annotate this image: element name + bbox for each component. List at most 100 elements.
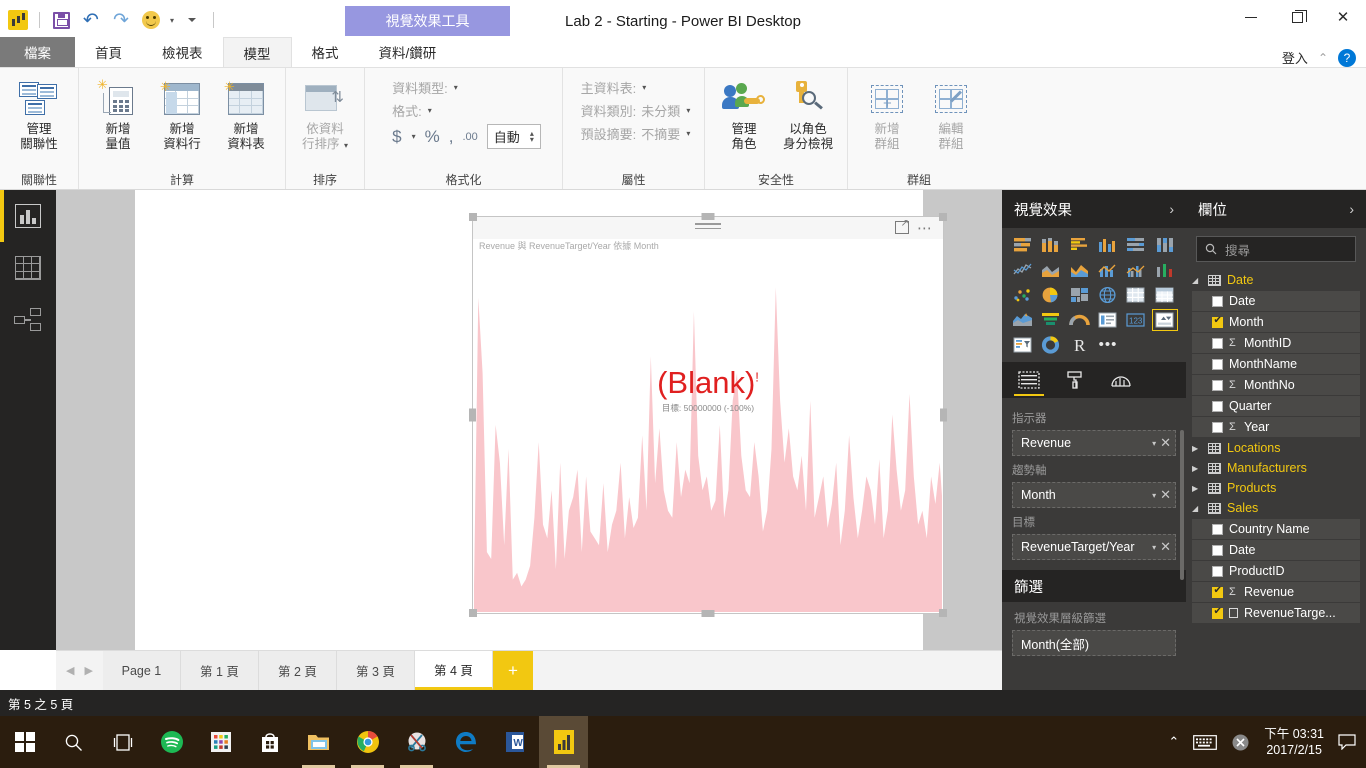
viz-type-treemap[interactable] (1067, 284, 1093, 306)
chrome-button[interactable] (343, 716, 392, 768)
page-tab-2[interactable]: 第 2 頁 (258, 651, 337, 690)
drag-grip-icon[interactable] (695, 223, 721, 231)
view-as-roles-button[interactable]: 以角色 身分檢視 (777, 72, 839, 152)
remove-field-icon[interactable]: ✕ (1160, 487, 1171, 503)
tab-format[interactable] (1052, 362, 1098, 398)
tab-data-drill[interactable]: 資料/鑽研 (359, 37, 457, 67)
smiley-dropdown-caret-icon[interactable]: ▾ (170, 16, 174, 25)
edge-button[interactable] (441, 716, 490, 768)
store-button[interactable] (245, 716, 294, 768)
currency-format-button[interactable]: $ (392, 127, 401, 147)
chevron-right-icon[interactable]: ▶ (1192, 464, 1202, 473)
field-checkbox[interactable] (1212, 295, 1223, 307)
action-center-icon[interactable] (1338, 734, 1356, 750)
field-checkbox[interactable] (1212, 585, 1223, 598)
viz-type-100-stacked-column-chart[interactable] (1152, 234, 1178, 256)
chevron-right-icon[interactable]: ▶ (1192, 484, 1202, 493)
chevron-down-icon[interactable]: ◢ (1192, 504, 1202, 513)
sidebar-item-relationships-view[interactable] (0, 294, 56, 346)
field-date[interactable]: Date (1192, 540, 1360, 560)
kpi-visual[interactable]: ⋯ Revenue 與 RevenueTarget/Year 依據 Month … (469, 213, 947, 617)
chevron-down-icon[interactable]: ▾ (1152, 491, 1156, 500)
help-button[interactable]: ? (1338, 48, 1356, 67)
chevron-right-icon[interactable]: › (1169, 201, 1174, 217)
viz-type-slicer[interactable] (1010, 334, 1036, 356)
resize-handle-bottom-right[interactable] (939, 609, 947, 617)
smiley-feedback-icon[interactable] (139, 8, 163, 32)
field-productid[interactable]: ProductID (1192, 561, 1360, 581)
field-year[interactable]: Σ Year (1192, 417, 1360, 437)
field-checkbox[interactable] (1212, 421, 1223, 433)
chevron-down-icon[interactable]: ▾ (454, 83, 458, 92)
resize-handle-left[interactable] (469, 408, 476, 422)
tab-modeling[interactable]: 模型 (222, 37, 292, 67)
viz-type-more-visuals[interactable]: ••• (1095, 334, 1121, 356)
viz-type-scatter-chart[interactable] (1010, 284, 1036, 306)
undo-icon[interactable]: ↶ (79, 8, 103, 32)
well-target[interactable]: RevenueTarget/Year ▾ ✕ (1012, 534, 1176, 560)
report-page[interactable]: ⋯ Revenue 與 RevenueTarget/Year 依據 Month … (135, 190, 947, 650)
tab-format[interactable]: 格式 (292, 37, 359, 67)
save-icon[interactable] (49, 8, 73, 32)
fields-table-locations[interactable]: ▶ Locations (1186, 438, 1366, 458)
default-summarization-row[interactable]: 預設摘要: 不摘要 ▾ (581, 124, 691, 143)
field-checkbox[interactable] (1212, 565, 1223, 577)
well-trend-axis[interactable]: Month ▾ ✕ (1012, 482, 1176, 508)
customize-qat-icon[interactable] (180, 8, 204, 32)
redo-icon[interactable]: ↷ (109, 8, 133, 32)
field-quarter[interactable]: Quarter (1192, 396, 1360, 416)
viz-type-r-script-visual[interactable]: R (1067, 334, 1093, 356)
viz-type-donut-chart[interactable] (1038, 334, 1064, 356)
focus-mode-icon[interactable] (895, 218, 909, 234)
field-revenue[interactable]: Σ Revenue (1192, 582, 1360, 602)
remove-field-icon[interactable]: ✕ (1160, 435, 1171, 451)
viz-type-clustered-column-chart[interactable] (1095, 234, 1121, 256)
chevron-right-icon[interactable]: ▶ (1192, 444, 1202, 453)
powerbi-button[interactable] (539, 716, 588, 768)
field-monthname[interactable]: MonthName (1192, 354, 1360, 374)
viz-type-line-clustered-column-chart[interactable] (1123, 259, 1149, 281)
viz-type-matrix[interactable] (1123, 284, 1149, 306)
filter-card-month[interactable]: Month(全部) (1012, 630, 1176, 656)
viz-type-area-chart[interactable] (1038, 259, 1064, 281)
page-tab-page1[interactable]: Page 1 (102, 651, 181, 690)
show-hidden-icons-icon[interactable]: ⌃ (1168, 734, 1179, 750)
viz-type-line-stacked-column-chart[interactable] (1095, 259, 1121, 281)
tab-file[interactable]: 檔案 (0, 37, 75, 67)
fields-table-manufacturers[interactable]: ▶ Manufacturers (1186, 458, 1366, 478)
tab-view[interactable]: 檢視表 (142, 37, 223, 67)
edit-group-button[interactable]: 編輯 群組 (920, 72, 982, 152)
chevron-down-icon[interactable]: ▾ (1152, 439, 1156, 448)
snipping-tool-button[interactable] (392, 716, 441, 768)
search-input[interactable]: 搜尋 (1196, 236, 1356, 262)
search-button[interactable] (49, 716, 98, 768)
viz-type-kpi[interactable] (1151, 309, 1178, 331)
fields-table-date[interactable]: ◢ Date (1186, 270, 1366, 290)
new-measure-button[interactable]: ✳ 新增 量值 (87, 72, 149, 152)
close-button[interactable]: ✕ (1320, 0, 1366, 34)
field-month[interactable]: Month (1192, 312, 1360, 332)
field-country-name[interactable]: Country Name (1192, 519, 1360, 539)
format-row[interactable]: 格式: ▾ (392, 101, 541, 120)
resize-handle-top-left[interactable] (469, 213, 477, 221)
well-indicator[interactable]: Revenue ▾ ✕ (1012, 430, 1176, 456)
field-checkbox[interactable] (1212, 315, 1223, 328)
home-table-row[interactable]: 主資料表: ▾ (581, 78, 691, 97)
tab-analytics[interactable] (1098, 362, 1144, 398)
chevron-down-icon[interactable]: ▾ (686, 106, 690, 115)
sort-by-column-button[interactable]: ⇅ 依資料 行排序 ▾ (294, 72, 356, 153)
viz-type-stacked-bar-chart[interactable] (1010, 234, 1036, 256)
word-button[interactable]: W (490, 716, 539, 768)
viz-type-gauge[interactable] (1067, 309, 1093, 331)
field-checkbox[interactable] (1212, 358, 1223, 370)
field-checkbox[interactable] (1212, 523, 1223, 535)
page-tab-1[interactable]: 第 1 頁 (180, 651, 259, 690)
clock[interactable]: 下午 03:31 2017/2/15 (1264, 726, 1324, 758)
new-column-button[interactable]: ✳ 新增 資料行 (151, 72, 213, 152)
field-date[interactable]: Date (1192, 291, 1360, 311)
viz-type-line-chart[interactable] (1010, 259, 1036, 281)
tab-home[interactable]: 首頁 (75, 37, 142, 67)
task-view-button[interactable] (98, 716, 147, 768)
close-tray-icon[interactable] (1231, 733, 1250, 752)
viz-type-multi-row-card[interactable] (1095, 309, 1121, 331)
